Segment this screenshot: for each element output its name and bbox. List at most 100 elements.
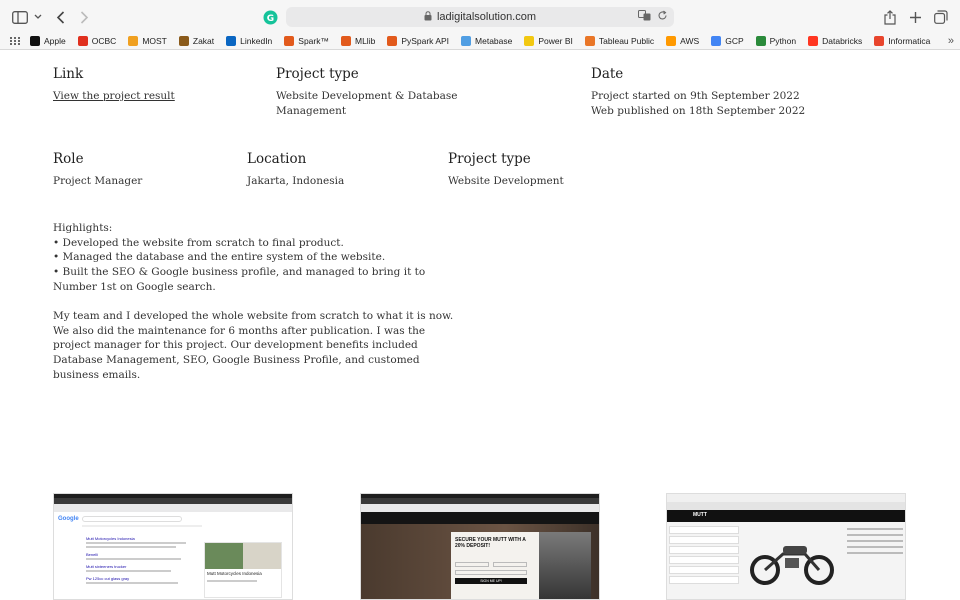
bookmark-label: OCBC [91,36,117,46]
bookmark-list: Apple OCBC MOST Zakat LinkedIn Spark™ MLlib PyS… [30,36,942,46]
bookmark-item[interactable]: GCP [711,36,744,46]
linkedin-icon [226,36,237,46]
bookmark-item[interactable]: Power BI [524,36,573,46]
bookmark-label: MLlib [355,36,376,46]
result-title: Pw 125cc cut glass gray [86,576,130,581]
new-tab-icon[interactable] [909,7,922,27]
project-type-heading-2: Project type [448,151,531,167]
gcp-icon [711,36,722,46]
bookmark-label: Zakat [192,36,215,46]
bookmarks-overflow-icon[interactable]: » [948,35,954,47]
screenshot-google-search[interactable]: Google Mutt Motorcycles Indonesia Benell… [53,493,293,600]
popup-signup-button: SIGN ME UP! [455,578,527,584]
popup-headline: SECURE YOUR MUTT WITH A 20% DEPOSIT! [455,537,526,549]
address-bar[interactable]: ladigitalsolution.com [286,7,674,27]
spec-list [847,528,903,558]
bookmark-label: LinkedIn [240,36,273,46]
bookmark-label: Databricks [822,36,863,46]
bookmark-item[interactable]: Apple [30,36,66,46]
mllib-icon [341,36,351,46]
lock-icon [424,10,432,24]
project-type-value: Website Development & Database Managemen… [276,90,458,117]
sidebar-toggle-icon[interactable] [12,7,28,27]
bookmark-item[interactable]: Metabase [461,36,512,46]
grid-icon[interactable] [10,37,20,45]
share-icon[interactable] [884,7,896,27]
bookmark-label: PySpark API [401,36,450,46]
result-title: Mutt Motorcycles Indonesia [86,536,135,541]
bookmark-item[interactable]: Spark™ [284,36,329,46]
highlight-item: • Managed the database and the entire sy… [53,251,386,264]
date-heading: Date [591,66,624,82]
project-type-value-2: Website Development [448,175,564,187]
bookmark-item[interactable]: OCBC [77,36,117,46]
screenshot-bike-catalog[interactable]: MUTT [666,493,906,600]
motorcycle-image [747,528,837,588]
bookmark-item[interactable]: Databricks [808,36,862,46]
bookmark-label: Tableau Public [598,36,655,46]
grammarly-icon[interactable]: G [263,7,278,27]
bookmark-label: Spark™ [298,36,329,46]
bookmark-label: AWS [680,36,700,46]
browser-toolbar: G ladigitalsolution.com [0,0,960,33]
metabase-icon [461,36,472,46]
ocbc-icon [77,36,88,46]
project-type-heading: Project type [276,66,359,82]
bookmark-label: GCP [725,36,744,46]
bookmarks-bar: Apple OCBC MOST Zakat LinkedIn Spark™ MLlib PyS… [0,33,960,50]
highlights-title: Highlights: [53,222,113,234]
bookmark-item[interactable]: Tableau Public [584,36,655,46]
bookmark-item[interactable]: Zakat [178,36,215,46]
back-icon[interactable] [56,7,65,27]
bookmark-label: Metabase [475,36,513,46]
highlight-item: • Built the SEO & Google business profil… [53,266,426,293]
page-content: Link View the project result Project typ… [0,51,960,600]
role-value: Project Manager [53,175,143,187]
bookmark-label: Python [769,36,797,46]
brand-logo: MUTT [693,512,707,518]
model-list [669,526,739,586]
project-description: My team and I developed the whole websit… [53,310,454,381]
result-title: Benelli [86,552,99,557]
spark-icon [284,36,295,46]
tableau-icon [584,36,595,46]
apple-icon [30,36,40,46]
location-heading: Location [247,151,307,167]
bookmark-item[interactable]: MLlib [341,36,375,46]
informatica-icon [874,36,885,46]
project-result-link[interactable]: View the project result [53,89,175,104]
python-icon [755,36,766,46]
bookmark-item[interactable]: MOST [128,36,167,46]
powerbi-icon [524,36,535,46]
bookmark-item[interactable]: PySpark API [387,36,449,46]
highlight-item: • Developed the website from scratch to … [53,236,344,249]
bookmark-label: Informatica [888,36,931,46]
bookmark-label: Apple [44,36,66,46]
bookmark-item[interactable]: Python [755,36,797,46]
translate-icon[interactable] [638,10,651,24]
bookmark-item[interactable]: Informatica [874,36,930,46]
date-published: Web published on 18th September 2022 [591,104,806,117]
role-heading: Role [53,151,84,167]
highlights-section: Highlights: • Developed the website from… [53,221,458,295]
chevron-down-icon[interactable] [34,7,42,27]
most-icon [128,36,139,46]
bookmark-item[interactable]: LinkedIn [226,36,272,46]
bookmark-label: Power BI [538,36,573,46]
forward-icon[interactable] [80,7,89,27]
databricks-icon [808,36,819,46]
screenshot-deposit-popup[interactable]: SECURE YOUR MUTT WITH A 20% DEPOSIT! SIG… [360,493,600,600]
zakat-icon [178,36,189,46]
pyspark-icon [387,36,398,46]
date-started: Project started on 9th September 2022 [591,90,800,102]
location-value: Jakarta, Indonesia [247,175,345,187]
tab-overview-icon[interactable] [934,7,948,27]
google-logo: Google [58,516,79,522]
link-heading: Link [53,66,84,82]
svg-text:G: G [267,14,274,24]
bookmark-label: MOST [142,36,167,46]
url-text: ladigitalsolution.com [436,11,537,23]
knowledge-panel-title: Mutt Motorcycles Indonesia [207,571,262,576]
reload-icon[interactable] [657,10,668,24]
bookmark-item[interactable]: AWS [666,36,699,46]
